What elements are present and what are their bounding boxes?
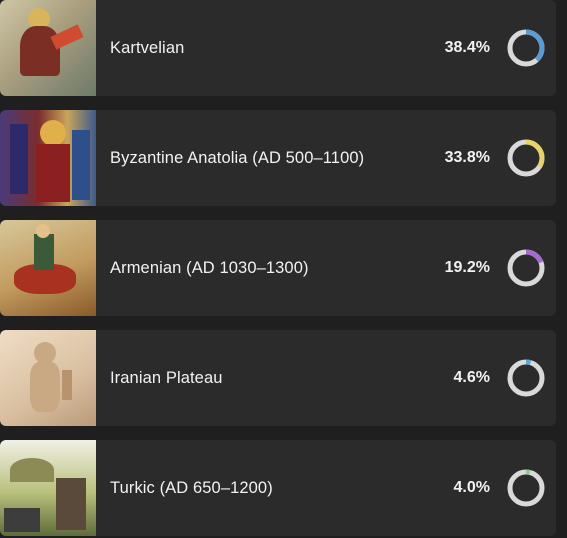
ancestry-row-iranian-plateau[interactable]: Iranian Plateau 4.6%: [0, 330, 556, 426]
ancestry-breakdown-list: Kartvelian 38.4% Byzantine Anatolia (AD …: [0, 0, 567, 538]
donut-chart-icon: [506, 138, 546, 178]
ancestry-label: Kartvelian: [110, 38, 185, 57]
iranian-plateau-thumbnail: [0, 330, 96, 426]
byzantine-anatolia-thumbnail: [0, 110, 96, 206]
ancestry-percent: 38.4%: [444, 39, 490, 56]
ancestry-percent: 19.2%: [444, 259, 490, 276]
ancestry-label: Armenian (AD 1030–1300): [110, 258, 309, 277]
armenian-thumbnail: [0, 220, 96, 316]
ancestry-percent: 4.0%: [453, 479, 490, 496]
turkic-thumbnail: [0, 440, 96, 536]
ancestry-row-kartvelian[interactable]: Kartvelian 38.4%: [0, 0, 556, 96]
ancestry-percent: 4.6%: [453, 369, 490, 386]
ancestry-row-armenian[interactable]: Armenian (AD 1030–1300) 19.2%: [0, 220, 556, 316]
ancestry-label: Iranian Plateau: [110, 368, 223, 387]
ancestry-row-turkic[interactable]: Turkic (AD 650–1200) 4.0%: [0, 440, 556, 536]
donut-chart-icon: [506, 468, 546, 508]
ancestry-label: Byzantine Anatolia (AD 500–1100): [110, 148, 365, 167]
donut-track: [507, 469, 545, 507]
donut-chart-icon: [506, 358, 546, 398]
ancestry-label: Turkic (AD 650–1200): [110, 478, 273, 497]
ancestry-percent: 33.8%: [444, 149, 490, 166]
ancestry-row-byzantine-anatolia[interactable]: Byzantine Anatolia (AD 500–1100) 33.8%: [0, 110, 556, 206]
donut-chart-icon: [506, 28, 546, 68]
donut-track: [507, 359, 545, 397]
kartvelian-thumbnail: [0, 0, 96, 96]
donut-chart-icon: [506, 248, 546, 288]
